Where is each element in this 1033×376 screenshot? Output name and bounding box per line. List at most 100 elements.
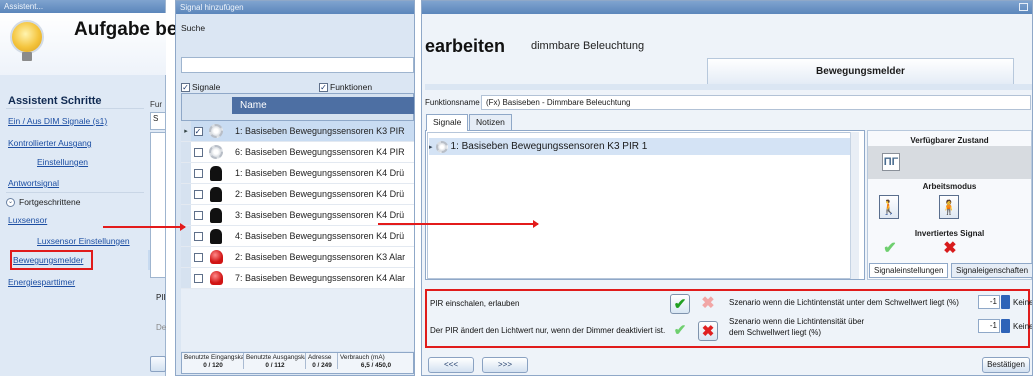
- row-checkbox[interactable]: [191, 189, 205, 200]
- signal-row[interactable]: 4: Basiseben Bewegungssensoren K4 Drü: [181, 226, 414, 247]
- usage-summary-table: Benutzte Eingangskanäle Benutzte Ausgang…: [181, 352, 414, 374]
- previous-button[interactable]: <<<: [428, 357, 474, 373]
- clipped-button[interactable]: [150, 356, 166, 372]
- signal-row[interactable]: 6: Basiseben Bewegungssensoren K4 PIR: [181, 142, 414, 163]
- step-lux-sensor-settings[interactable]: Luxsensor Einstellungen: [37, 236, 130, 246]
- edit-title: earbeiten: [425, 36, 506, 56]
- advanced-toggle[interactable]: ⌄ Fortgeschrittene: [6, 197, 80, 207]
- next-button[interactable]: >>>: [482, 357, 528, 373]
- signal-row[interactable]: ▸ ✓ 1: Basiseben Bewegungssensoren K3 PI…: [181, 121, 414, 142]
- signal-item-name: 1: Basiseben Bewegungssensoren K3 PIR 1: [450, 141, 648, 152]
- cross-icon[interactable]: ✖: [940, 239, 960, 259]
- scenario-above-suffix: Keine: [1013, 322, 1033, 331]
- pushbutton-icon: [210, 207, 222, 223]
- steps-divider: [6, 108, 144, 109]
- signals-scrollbar[interactable]: [850, 132, 859, 279]
- spinner-icon[interactable]: [1001, 295, 1010, 309]
- scenario-below-suffix: Keine: [1013, 298, 1033, 307]
- motion-sensor-icon: [209, 124, 223, 138]
- usage-value: 0 / 249: [306, 361, 338, 369]
- step-response-signal[interactable]: Antwortsignal: [8, 178, 59, 188]
- clipped-label-de: De: [156, 323, 167, 332]
- filter-signals-label: Signale: [192, 82, 221, 92]
- usage-value: 0 / 120: [182, 361, 244, 369]
- filter-functions-label: Funktionen: [330, 82, 373, 92]
- row-checkbox[interactable]: [191, 273, 205, 284]
- confirm-button[interactable]: Bestätigen: [982, 357, 1030, 373]
- clipped-label-fu: Fur: [150, 100, 162, 109]
- checkbox-icon: ✓: [181, 82, 190, 92]
- signal-name: 2: Basiseben Bewegungssensoren K4 Drü: [235, 189, 405, 199]
- signal-row[interactable]: 2: Basiseben Bewegungssensoren K3 Alar: [181, 247, 414, 268]
- signal-name: 1: Basiseben Bewegungssensoren K4 Drü: [235, 168, 405, 178]
- signal-list-item[interactable]: ▸ 1: Basiseben Bewegungssensoren K3 PIR …: [429, 138, 853, 155]
- motion-detector-highlight-frame: [10, 250, 93, 270]
- edit-window: earbeiten dimmbare Beleuchtung Bewegungs…: [421, 0, 1033, 376]
- add-signal-window: Signal hinzufügen Suche ✓ Signale ✓ Funk…: [175, 0, 415, 376]
- tab-signal-properties[interactable]: Signaleigenschaften: [951, 263, 1032, 278]
- step-lux-sensor[interactable]: Luxsensor: [8, 215, 47, 225]
- lightbulb-icon: [10, 20, 44, 54]
- tab-signal-settings[interactable]: Signaleinstellungen: [869, 263, 949, 278]
- person-walking-icon[interactable]: 🚶: [879, 195, 899, 219]
- inverted-signal-heading: Invertiertes Signal: [914, 229, 985, 238]
- step-dim-signals[interactable]: Ein / Aus DIM Signale (s1): [8, 116, 107, 126]
- spinner-icon[interactable]: [1001, 319, 1010, 333]
- signal-name: 6: Basiseben Bewegungssensoren K4 PIR: [235, 147, 405, 157]
- signal-name: 1: Basiseben Bewegungssensoren K3 PIR: [235, 126, 405, 136]
- pir-enable-no-icon[interactable]: ✖: [698, 294, 718, 314]
- signal-row[interactable]: 1: Basiseben Bewegungssensoren K4 Drü: [181, 163, 414, 184]
- motion-sensor-icon: [435, 140, 448, 153]
- row-checkbox[interactable]: [191, 147, 205, 158]
- filter-signals-checkbox[interactable]: ✓ Signale: [181, 82, 220, 92]
- row-checkbox[interactable]: [191, 252, 205, 263]
- signal-name: 3: Basiseben Bewegungssensoren K4 Drü: [235, 210, 405, 220]
- pushbutton-icon: [210, 228, 222, 244]
- lightbulb-base: [22, 52, 32, 61]
- edit-subtitle: dimmbare Beleuchtung: [531, 40, 645, 52]
- signal-row[interactable]: 2: Basiseben Bewegungssensoren K4 Drü: [181, 184, 414, 205]
- signal-row[interactable]: 7: Basiseben Bewegungssensoren K4 Alar: [181, 268, 414, 289]
- function-name-field[interactable]: (Fx) Basiseben - Dimmbare Beleuchtung: [481, 95, 1031, 110]
- pir-change-no-icon[interactable]: ✖: [698, 321, 718, 341]
- filter-functions-checkbox[interactable]: ✓ Funktionen: [319, 82, 372, 92]
- search-label: Suche: [181, 23, 206, 33]
- pir-enable-yes-icon[interactable]: ✔: [670, 294, 690, 314]
- usage-value: 6,5 / 450,0: [360, 362, 392, 369]
- alarm-icon: [209, 250, 223, 264]
- scenario-above-label-1: Szenario wenn die Lichtintensität über: [729, 317, 865, 326]
- tab-signals[interactable]: Signale: [426, 114, 469, 131]
- scenario-above-input[interactable]: -1: [978, 319, 1000, 333]
- usage-header: Verbrauch (mA): [340, 354, 385, 361]
- section-band: [425, 84, 1032, 90]
- pushbutton-icon: [210, 165, 222, 181]
- pir-change-yes-icon[interactable]: ✔: [670, 321, 690, 341]
- edit-title-bar: [422, 1, 1032, 14]
- maximize-icon[interactable]: [1019, 3, 1028, 11]
- row-checkbox[interactable]: [191, 231, 205, 242]
- scenario-below-input[interactable]: -1: [978, 295, 1000, 309]
- arrow-to-edit-window: [378, 220, 539, 228]
- step-energy-timer[interactable]: Energiesparttimer: [8, 277, 75, 287]
- available-state-heading: Verfügbarer Zustand: [910, 136, 989, 145]
- person-standing-icon[interactable]: 🧍: [939, 195, 959, 219]
- function-name-label: Funktionsname: [425, 98, 480, 107]
- check-icon[interactable]: ✔: [880, 239, 900, 259]
- column-header-name[interactable]: Name: [232, 97, 414, 114]
- state-toggle-icon[interactable]: ΠΓ: [882, 153, 900, 171]
- row-checkbox[interactable]: [191, 168, 205, 179]
- row-checkbox[interactable]: [191, 210, 205, 221]
- tab-notes[interactable]: Notizen: [469, 114, 512, 130]
- row-pointer-icon: ▸: [429, 143, 433, 151]
- step-controlled-output[interactable]: Kontrollierter Ausgang: [8, 138, 92, 148]
- row-checkbox[interactable]: ✓: [191, 126, 205, 137]
- usage-header: Adresse: [306, 353, 338, 361]
- signal-name: 7: Basiseben Bewegungssensoren K4 Alar: [235, 273, 406, 283]
- section-tab-motion-detector[interactable]: Bewegungsmelder: [707, 58, 1014, 84]
- clipped-field[interactable]: S: [150, 112, 166, 130]
- step-settings[interactable]: Einstellungen: [37, 157, 88, 167]
- row-pointer-icon: ▸: [181, 121, 191, 141]
- add-signal-title-bar: Signal hinzufügen: [176, 1, 414, 14]
- clipped-label-pi: PII: [156, 293, 166, 302]
- search-input[interactable]: [181, 57, 414, 73]
